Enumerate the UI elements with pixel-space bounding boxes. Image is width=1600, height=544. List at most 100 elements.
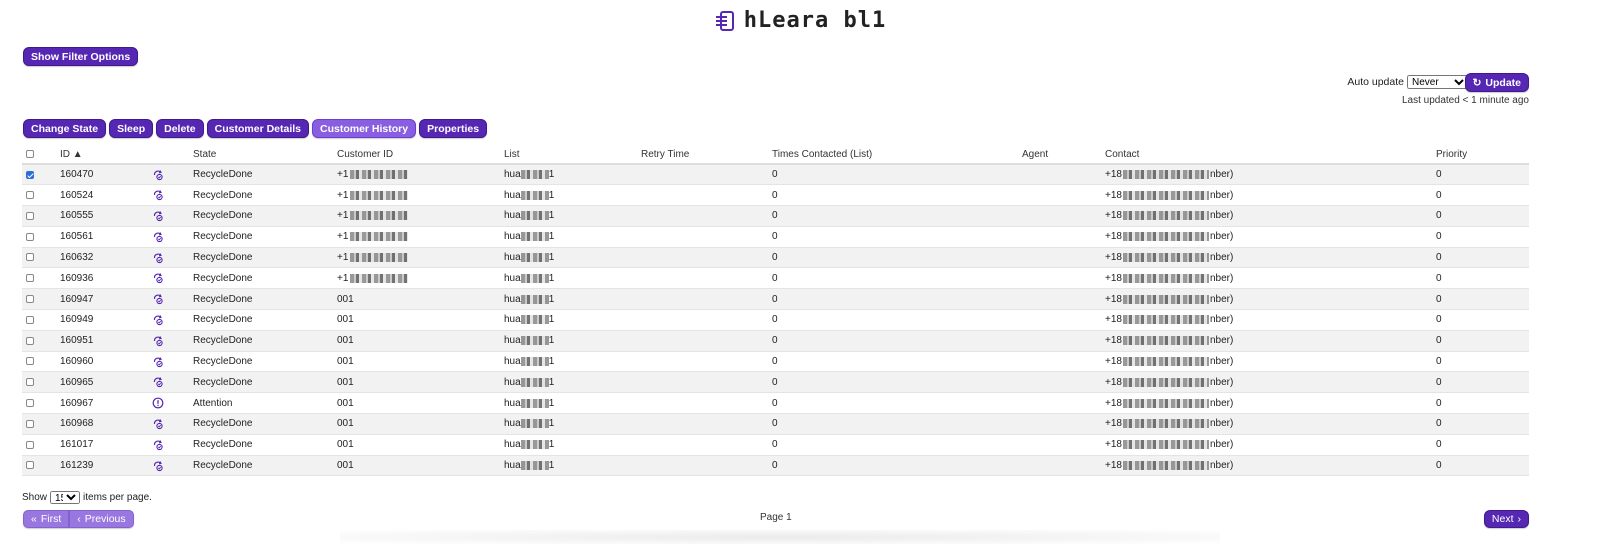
redacted-block: [350, 252, 409, 262]
row-checkbox[interactable]: [26, 211, 34, 220]
header-customer-id[interactable]: Customer ID: [337, 145, 504, 165]
row-list: hua 1: [504, 288, 641, 311]
select-all-checkbox[interactable]: [26, 149, 34, 158]
row-times-contacted: 0: [772, 247, 1022, 269]
row-times-contacted: 0: [772, 351, 1022, 373]
table-row[interactable]: 161017 RecycleDone 001 hua 1 0 +18 nber) 0: [22, 434, 1529, 456]
list-logo-icon: [715, 10, 734, 31]
show-filter-options-button[interactable]: Show Filter Options: [23, 47, 139, 66]
table-row[interactable]: 160967 Attention 001 hua 1 0 +18 nber) 0: [22, 392, 1529, 415]
row-customer-id: +1: [337, 267, 504, 290]
row-times-contacted: 0: [772, 205, 1022, 227]
double-chevron-left-icon: «: [31, 513, 37, 525]
sleep-button[interactable]: Sleep: [109, 119, 154, 138]
header-state[interactable]: State: [193, 145, 337, 165]
row-state: RecycleDone: [193, 309, 337, 331]
row-priority: 0: [1436, 351, 1529, 373]
row-contact: +18 nber): [1105, 247, 1436, 269]
row-checkbox[interactable]: [26, 357, 34, 366]
first-page-button[interactable]: «First: [23, 510, 70, 528]
redacted-block: [1122, 336, 1209, 346]
row-retry-time: [641, 413, 772, 435]
customer-details-button[interactable]: Customer Details: [206, 119, 309, 138]
auto-update-select[interactable]: Never: [1407, 75, 1468, 89]
row-checkbox[interactable]: [26, 232, 34, 241]
row-customer-id: +1: [337, 205, 504, 227]
row-contact: +18 nber): [1105, 413, 1436, 435]
attention-icon: [152, 392, 193, 415]
header-id[interactable]: ID ▲: [60, 145, 152, 165]
row-checkbox[interactable]: [26, 336, 34, 345]
row-checkbox[interactable]: [26, 295, 34, 304]
row-checkbox[interactable]: [26, 440, 34, 449]
redacted-block: [520, 232, 549, 242]
update-button[interactable]: ↻ Update: [1464, 73, 1529, 92]
table-row[interactable]: 160949 RecycleDone 001 hua 1 0 +18 nber) 0: [22, 309, 1529, 331]
row-retry-time: [641, 309, 772, 331]
page-size-select[interactable]: 15: [50, 491, 81, 504]
row-checkbox[interactable]: [26, 253, 34, 262]
row-list: hua 1: [504, 371, 641, 394]
row-checkbox-cell: [22, 184, 60, 207]
row-times-contacted: 0: [772, 330, 1022, 352]
row-checkbox[interactable]: [26, 461, 34, 470]
header-retry-time[interactable]: Retry Time: [641, 145, 772, 165]
row-retry-time: [641, 455, 772, 477]
row-id: 160947: [60, 288, 152, 311]
row-times-contacted: 0: [772, 392, 1022, 415]
row-checkbox[interactable]: [26, 170, 34, 179]
table-row[interactable]: 160470 RecycleDone +1 hua 1 0 +18 nber) 0: [22, 164, 1529, 186]
row-checkbox[interactable]: [26, 378, 34, 387]
redacted-block: [350, 232, 409, 242]
table-row[interactable]: 160965 RecycleDone 001 hua 1 0 +18 nber) 0: [22, 371, 1529, 394]
table-row[interactable]: 160960 RecycleDone 001 hua 1 0 +18 nber) 0: [22, 351, 1529, 373]
table-row[interactable]: 160561 RecycleDone +1 hua 1 0 +18 nber) 0: [22, 226, 1529, 248]
table-row[interactable]: 160555 RecycleDone +1 hua 1 0 +18 nber) 0: [22, 205, 1529, 227]
row-checkbox-cell: [22, 267, 60, 290]
row-checkbox[interactable]: [26, 274, 34, 283]
row-customer-id: +1: [337, 184, 504, 207]
table-row[interactable]: 160524 RecycleDone +1 hua 1 0 +18 nber) 0: [22, 184, 1529, 207]
redacted-block: [520, 315, 549, 325]
header-priority[interactable]: Priority: [1436, 145, 1529, 165]
delete-button[interactable]: Delete: [156, 119, 204, 138]
row-customer-id: 001: [337, 434, 504, 456]
row-times-contacted: 0: [772, 226, 1022, 248]
row-times-contacted: 0: [772, 455, 1022, 477]
previous-page-button[interactable]: ‹ Previous: [69, 510, 134, 528]
row-checkbox[interactable]: [26, 191, 34, 200]
header-contact[interactable]: Contact: [1105, 145, 1436, 165]
next-page-button[interactable]: Next ›: [1483, 510, 1529, 528]
row-contact: +18 nber): [1105, 434, 1436, 456]
table-row[interactable]: 160951 RecycleDone 001 hua 1 0 +18 nber) 0: [22, 330, 1529, 352]
customer-history-button[interactable]: Customer History: [312, 119, 417, 138]
row-agent: [1022, 247, 1105, 269]
row-priority: 0: [1436, 247, 1529, 269]
row-id: 160960: [60, 351, 152, 373]
change-state-button[interactable]: Change State: [23, 119, 107, 138]
table-row[interactable]: 160632 RecycleDone +1 hua 1 0 +18 nber) 0: [22, 247, 1529, 269]
header-times-contacted[interactable]: Times Contacted (List): [772, 145, 1022, 165]
row-agent: [1022, 392, 1105, 415]
row-checkbox-cell: [22, 226, 60, 248]
row-id: 161239: [60, 455, 152, 477]
redacted-block: [1122, 460, 1209, 470]
row-checkbox[interactable]: [26, 419, 34, 428]
redacted-block: [1122, 398, 1209, 408]
table-row[interactable]: 160947 RecycleDone 001 hua 1 0 +18 nber) 0: [22, 288, 1529, 311]
row-checkbox[interactable]: [26, 315, 34, 324]
auto-update-control: Auto update Never: [1347, 75, 1468, 89]
properties-button[interactable]: Properties: [419, 119, 488, 138]
redacted-block: [520, 170, 549, 179]
table-row[interactable]: 160968 RecycleDone 001 hua 1 0 +18 nber) 0: [22, 413, 1529, 435]
row-agent: [1022, 455, 1105, 477]
last-updated-text: Last updated < 1 minute ago: [1401, 95, 1529, 106]
row-customer-id: 001: [337, 309, 504, 331]
table-row[interactable]: 161239 RecycleDone 001 hua 1 0 +18 nber) 0: [22, 455, 1529, 477]
row-checkbox[interactable]: [26, 399, 34, 408]
row-agent: [1022, 267, 1105, 290]
header-agent[interactable]: Agent: [1022, 145, 1105, 165]
row-retry-time: [641, 371, 772, 394]
table-row[interactable]: 160936 RecycleDone +1 hua 1 0 +18 nber) 0: [22, 267, 1529, 290]
header-list[interactable]: List: [504, 145, 641, 165]
